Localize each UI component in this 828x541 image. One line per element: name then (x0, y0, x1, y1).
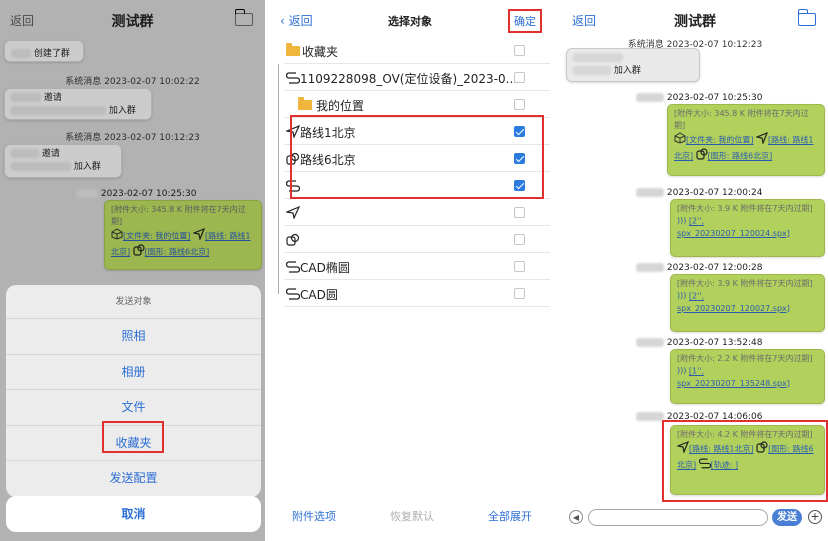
folder-icon[interactable] (797, 9, 816, 26)
cancel-button[interactable]: 取消 (6, 496, 261, 532)
tree-line (278, 64, 279, 294)
message-time: 2023-02-07 12:00:24 (666, 188, 763, 198)
checkbox[interactable] (514, 45, 525, 56)
voice-file-link[interactable]: [1'', spx_20230207_135248.spx] (677, 367, 790, 388)
redacted-name (573, 66, 611, 75)
list-item[interactable]: 1109228098_OV(定位设备)_2023-0... (284, 64, 550, 91)
voice-file-link[interactable]: [2'', spx_20230207_120027.spx] (677, 292, 790, 313)
attachment-size: [附件大小: 3.9 K 附件将在7天内过期] (677, 279, 813, 288)
shape-icon (696, 148, 708, 164)
chat-with-action-sheet: 返回 测试群 创建了群 系统消息 2023-02-07 10:02:22 邀请 … (0, 0, 265, 541)
highlight-box (102, 421, 164, 453)
navigation-arrow-icon (284, 205, 301, 220)
voice-message[interactable]: [附件大小: 3.9 K 附件将在7天内过期] ))) [2'', spx_20… (670, 199, 825, 257)
plus-icon[interactable]: + (808, 510, 822, 524)
action-camera[interactable]: 照相 (6, 319, 261, 355)
navigation-arrow-icon (754, 131, 769, 148)
attachment-options-button[interactable]: 附件选项 (292, 508, 336, 524)
voice-icon: ))) (677, 366, 687, 375)
checkbox[interactable] (514, 288, 525, 299)
list-item[interactable]: CAD椭圆 (284, 253, 550, 280)
voice-toggle-icon[interactable]: ◀ (569, 510, 583, 524)
track-icon (285, 287, 301, 300)
item-label: 收藏夹 (302, 45, 339, 59)
message-time: 2023-02-07 13:52:48 (666, 338, 763, 348)
input-bar: ◀ 发送 + (562, 506, 828, 530)
list-item[interactable]: 收藏夹 (284, 37, 550, 64)
list-item[interactable]: CAD圆 (284, 280, 550, 307)
folder-link[interactable]: [文件夹: 我的位置] (686, 136, 753, 145)
track-icon (285, 260, 301, 273)
checkbox[interactable] (514, 261, 525, 272)
select-object-screen: ‹ 返回 选择对象 确定 收藏夹 1109228098_OV(定位设备)_202… (270, 0, 550, 541)
redacted-name (636, 412, 664, 421)
message-bubble: 加入群 (566, 48, 700, 82)
redacted-name (636, 188, 664, 197)
voice-file-link[interactable]: [2'', spx_20230207_120024.spx] (677, 217, 790, 238)
expand-all-button[interactable]: 全部展开 (488, 508, 532, 524)
voice-icon: ))) (677, 216, 687, 225)
nav-bar: ‹ 返回 选择对象 确定 (270, 0, 550, 40)
shape-link[interactable]: [图形: 路线6北京] (708, 152, 773, 161)
action-send-config[interactable]: 发送配置 (6, 461, 261, 497)
checkbox[interactable] (514, 99, 525, 110)
attachment-message[interactable]: [附件大小: 345.8 K 附件将在7天内过期] [文件夹: 我的位置] [路… (667, 104, 825, 176)
message-time: 2023-02-07 10:25:30 (666, 93, 763, 103)
box-icon (674, 132, 686, 148)
voice-icon: ))) (677, 291, 687, 300)
track-icon (285, 71, 301, 84)
attachment-size: [附件大小: 3.9 K 附件将在7天内过期] (677, 204, 813, 213)
page-title: 测试群 (674, 14, 716, 30)
message-input[interactable] (588, 509, 768, 526)
voice-message[interactable]: [附件大小: 3.9 K 附件将在7天内过期] ))) [2'', spx_20… (670, 274, 825, 332)
action-sheet: 发送对象 照相 相册 文件 收藏夹 发送配置 (6, 285, 261, 497)
list-item[interactable] (284, 199, 550, 226)
message-time: 2023-02-07 12:00:28 (666, 263, 763, 273)
shape-icon (286, 233, 300, 246)
message-text: 加入群 (613, 66, 641, 76)
checkbox[interactable] (514, 207, 525, 218)
redacted-name (636, 263, 664, 272)
sender-time: 2023-02-07 12:00:24 (636, 188, 762, 198)
list-item[interactable]: 我的位置 (284, 91, 550, 118)
sender-time: 2023-02-07 12:00:28 (636, 263, 762, 273)
checkbox[interactable] (514, 72, 525, 83)
confirm-button[interactable]: 确定 (508, 9, 542, 33)
highlight-box (290, 115, 544, 199)
nav-bar: 返回 测试群 (562, 0, 828, 40)
sender-time: 2023-02-07 13:52:48 (636, 338, 762, 348)
action-album[interactable]: 相册 (6, 355, 261, 390)
redacted-name (573, 53, 623, 62)
item-label: 1109228098_OV(定位设备)_2023-0... (300, 72, 518, 86)
restore-default-button[interactable]: 恢复默认 (390, 508, 434, 524)
sender-time: 2023-02-07 10:25:30 (636, 93, 762, 103)
attachment-size: [附件大小: 2.2 K 附件将在7天内过期] (677, 354, 813, 363)
item-label: 我的位置 (316, 99, 365, 113)
folder-icon (298, 97, 312, 110)
redacted-name (636, 93, 664, 102)
item-label: CAD圆 (300, 288, 338, 302)
list-item[interactable] (284, 226, 550, 253)
voice-message[interactable]: [附件大小: 2.2 K 附件将在7天内过期] ))) [1'', spx_20… (670, 349, 825, 404)
redacted-name (636, 338, 664, 347)
highlight-box (662, 420, 828, 502)
send-button[interactable]: 发送 (772, 509, 802, 526)
item-label: CAD椭圆 (300, 261, 350, 275)
action-sheet-title: 发送对象 (6, 285, 261, 319)
chat-screen: 返回 测试群 系统消息 2023-02-07 10:12:23 加入群 2023… (562, 0, 828, 541)
attachment-size: [附件大小: 345.8 K 附件将在7天内过期] (674, 109, 809, 130)
screenshot-root: 返回 测试群 创建了群 系统消息 2023-02-07 10:02:22 邀请 … (0, 0, 828, 541)
checkbox[interactable] (514, 234, 525, 245)
folder-icon (286, 43, 300, 56)
